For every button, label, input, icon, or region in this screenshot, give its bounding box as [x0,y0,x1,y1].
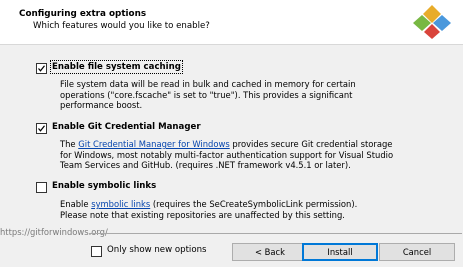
only-show-new-options-checkbox[interactable] [91,246,102,257]
checkmark-icon [38,65,45,72]
git-credential-manager-label[interactable]: Enable Git Credential Manager [52,122,201,132]
description-line: Please note that existing repositories a… [60,209,345,220]
wizard-header: Configuring extra options Which features… [0,0,463,45]
back-button-label: < Back [254,247,285,257]
description-text: (requires the SeCreateSymbolicLink permi… [150,199,358,209]
symbolic-links-label[interactable]: Enable symbolic links [52,181,156,191]
description-line: operations ("core.fscache" is set to "tr… [60,89,353,100]
description-text: The [60,139,79,149]
install-button[interactable]: Install [302,243,378,261]
description-line: Enable symbolic links (requires the SeCr… [60,199,357,210]
description-text: Enable [60,199,92,209]
file-system-caching-checkbox[interactable] [36,63,47,74]
checkmark-icon [38,125,45,132]
description-line: Team Services and GitHub. (requires .NET… [60,160,351,171]
git-for-windows-url[interactable]: https://gitforwindows.org/ [0,227,108,237]
git-logo-icon [413,5,451,39]
cancel-button-label: Cancel [402,247,432,257]
description-line: File system data will be read in bulk an… [60,79,356,89]
cancel-button[interactable]: Cancel [379,243,455,261]
symbolic-links-description: Enable symbolic links (requires the SeCr… [60,199,357,220]
description-text: provides secure Git credential storage [229,139,393,149]
description-line: The Git Credential Manager for Windows p… [60,139,393,150]
file-system-caching-label[interactable]: Enable file system caching [50,60,183,74]
description-line: for Windows, most notably multi-factor a… [60,149,394,160]
description-line: performance boost. [60,100,143,111]
symbolic-links-link[interactable]: symbolic links [91,199,150,209]
page-subtitle: Which features would you like to enable? [33,21,210,31]
install-button-label: Install [327,247,353,257]
symbolic-links-checkbox[interactable] [36,182,47,193]
back-button[interactable]: < Back [232,243,308,261]
page-title: Configuring extra options [19,9,147,19]
git-credential-manager-checkbox[interactable] [36,123,47,134]
footer-divider [89,233,462,234]
git-credential-manager-link[interactable]: Git Credential Manager for Windows [78,139,229,149]
only-show-new-options-label[interactable]: Only show new options [107,245,207,255]
git-credential-manager-description: The Git Credential Manager for Windows p… [60,139,393,171]
file-system-caching-description: File system data will be read in bulk an… [60,79,356,111]
